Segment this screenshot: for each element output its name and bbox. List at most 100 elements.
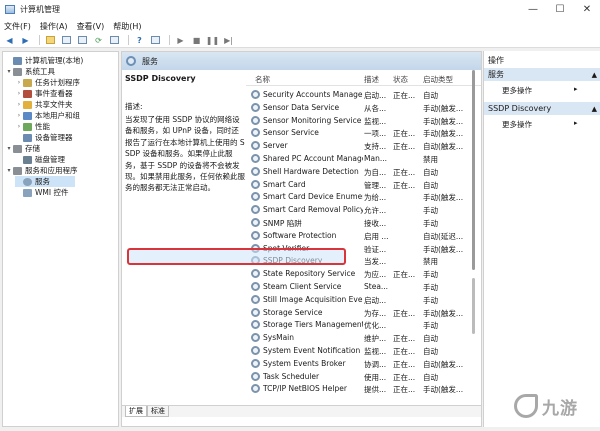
show-hide-tree-icon[interactable] (60, 35, 73, 46)
device-manager-icon (23, 133, 32, 142)
service-row[interactable]: SNMP 陷阱 接收... 手动 (246, 216, 471, 229)
menu-action[interactable]: 操作(A) (40, 21, 68, 32)
collapse-arrow-icon[interactable]: ▲ (592, 71, 597, 79)
service-row[interactable]: Steam Client Service Stea... 手动 (246, 280, 471, 293)
service-gear-icon (251, 282, 260, 291)
tree-performance[interactable]: › 性能 (15, 121, 50, 132)
actions-group-services[interactable]: 服务 ▲ (484, 68, 600, 81)
help-icon[interactable]: ? (133, 35, 146, 46)
minimize-button[interactable]: — (520, 0, 546, 19)
stop-service-icon[interactable]: ■ (190, 35, 203, 46)
service-name: Security Accounts Manager (263, 90, 363, 99)
service-row[interactable]: Smart Card Removal Policy 允许... 手动 (246, 203, 471, 216)
service-description: 从各... (364, 103, 387, 113)
scrollbar-thumb[interactable] (472, 70, 475, 270)
tree-disk-management[interactable]: 磁盘管理 (15, 154, 65, 165)
column-header-name[interactable]: 名称 (255, 74, 270, 85)
service-startup-type: 禁用 (423, 257, 438, 267)
more-actions-services[interactable]: 更多操作 ▸ (502, 85, 578, 96)
service-gear-icon (251, 218, 260, 227)
service-description: 验证... (364, 244, 387, 254)
service-row[interactable]: Server 支持... 正在... 自动(触发... (246, 139, 471, 152)
service-row[interactable]: Security Accounts Manager 启动... 正在... 自动 (246, 88, 471, 101)
service-startup-type: 手动 (423, 321, 438, 331)
forward-arrow-icon[interactable]: ▶ (19, 35, 32, 46)
services-list: 名称 描述 状态 启动类型 Security Accounts Manager 启… (246, 70, 481, 414)
service-startup-type: 手动(触发... (423, 385, 464, 395)
service-row[interactable]: SysMain 维护... 正在... 自动 (246, 331, 471, 344)
tree-services-and-apps[interactable]: ▾ 服务和应用程序 (5, 165, 77, 176)
tree-computer-management[interactable]: 计算机管理(本地) (5, 55, 83, 66)
service-row[interactable]: State Repository Service 为应... 正在... 手动 (246, 267, 471, 280)
service-row[interactable]: System Event Notification ... 监视... 正在... 自… (246, 344, 471, 357)
tree-label: WMI 控件 (35, 188, 69, 197)
collapse-arrow-icon[interactable]: ▲ (592, 105, 597, 113)
service-row[interactable]: Still Image Acquisition Eve... 启动... 手动 (246, 293, 471, 306)
column-header-description[interactable]: 描述 (364, 74, 379, 85)
column-header-status[interactable]: 状态 (393, 74, 408, 85)
tab-extended[interactable]: 扩展 (125, 406, 147, 417)
submenu-arrow-icon: ▸ (574, 85, 578, 93)
service-gear-icon (251, 192, 260, 202)
service-row[interactable]: Sensor Service 一项... 正在... 手动(触发... (246, 126, 471, 139)
description-label: 描述: (125, 102, 143, 111)
tree-event-viewer[interactable]: › 事件查看器 (15, 88, 73, 99)
tree-services[interactable]: 服务 (15, 176, 75, 187)
up-folder-icon[interactable] (44, 35, 57, 46)
tree-arrow: ▾ (7, 167, 11, 174)
service-row[interactable]: Task Scheduler 使用... 正在... 自动 (246, 370, 471, 383)
actions-group-ssdp[interactable]: SSDP Discovery ▲ (484, 102, 600, 115)
service-gear-icon (251, 205, 260, 215)
column-header-startup-type[interactable]: 启动类型 (423, 74, 453, 85)
service-description: 提供... (364, 385, 387, 395)
service-row[interactable]: Smart Card 管理... 正在... 自动 (246, 178, 471, 191)
service-description: 允许... (364, 206, 387, 216)
service-row[interactable]: Sensor Data Service 从各... 手动(触发... (246, 101, 471, 114)
tree-wmi-control[interactable]: WMI 控件 (15, 187, 68, 198)
service-status: 正在... (393, 91, 415, 100)
export-list-icon[interactable] (108, 35, 121, 46)
refresh-icon[interactable]: ⟳ (92, 35, 105, 46)
scrollbar-thumb-lower[interactable] (472, 278, 475, 334)
service-startup-type: 自动(触发... (423, 359, 464, 369)
tree-arrow: › (17, 123, 21, 130)
service-description: 监视... (364, 116, 387, 126)
service-status: 正在... (393, 167, 415, 177)
service-row[interactable]: Shell Hardware Detection 为自... 正在... 自动 (246, 165, 471, 178)
tree-device-manager[interactable]: 设备管理器 (15, 132, 73, 143)
tree-local-users-groups[interactable]: › 本地用户和组 (15, 110, 80, 121)
start-service-icon[interactable]: ▶ (174, 35, 187, 46)
tab-standard[interactable]: 标准 (147, 406, 169, 417)
menu-file[interactable]: 文件(F) (4, 21, 31, 32)
maximize-button[interactable]: ☐ (547, 0, 573, 19)
service-description: 维护... (364, 334, 387, 344)
service-gear-icon (251, 179, 260, 189)
service-row[interactable]: Software Protection 启用 ... 自动(延迟... (246, 229, 471, 242)
services-scrollbar[interactable] (471, 70, 476, 392)
pause-service-icon[interactable]: ❚❚ (206, 35, 219, 46)
properties-icon[interactable] (76, 35, 89, 46)
menu-help[interactable]: 帮助(H) (113, 21, 141, 32)
service-row[interactable]: Sensor Monitoring Service 监视... 手动(触发... (246, 114, 471, 127)
service-name: TCP/IP NetBIOS Helper (263, 384, 347, 394)
service-row[interactable]: System Events Broker 协调... 正在... 自动(触发... (246, 357, 471, 370)
service-description: 管理... (364, 180, 387, 190)
menu-view[interactable]: 查看(V) (77, 21, 105, 32)
service-gear-icon (251, 102, 260, 112)
service-description: 为存... (364, 308, 387, 318)
tree-task-scheduler[interactable]: › 任务计划程序 (15, 77, 80, 88)
service-row[interactable]: Storage Service 为存... 正在... 手动(触发... (246, 306, 471, 319)
tree-storage[interactable]: ▾ 存储 (5, 143, 40, 154)
tree-system-tools[interactable]: ▾ 系统工具 (5, 66, 55, 77)
back-arrow-icon[interactable]: ◀ (3, 35, 16, 46)
service-row[interactable]: Shared PC Account Manager Man... 禁用 (246, 152, 471, 165)
service-row[interactable]: TCP/IP NetBIOS Helper 提供... 正在... 手动(触发... (246, 382, 471, 395)
service-status: 正在... (393, 129, 415, 139)
tree-shared-folders[interactable]: › 共享文件夹 (15, 99, 73, 110)
console-icon[interactable] (149, 35, 162, 46)
service-row[interactable]: Storage Tiers Management 优化... 手动 (246, 318, 471, 331)
service-row[interactable]: Smart Card Device Enumer... 为给... 手动(触发... (246, 190, 471, 203)
more-actions-ssdp[interactable]: 更多操作 ▸ (502, 119, 578, 130)
restart-service-icon[interactable]: ▶| (222, 35, 235, 46)
close-button[interactable]: ✕ (574, 0, 600, 19)
